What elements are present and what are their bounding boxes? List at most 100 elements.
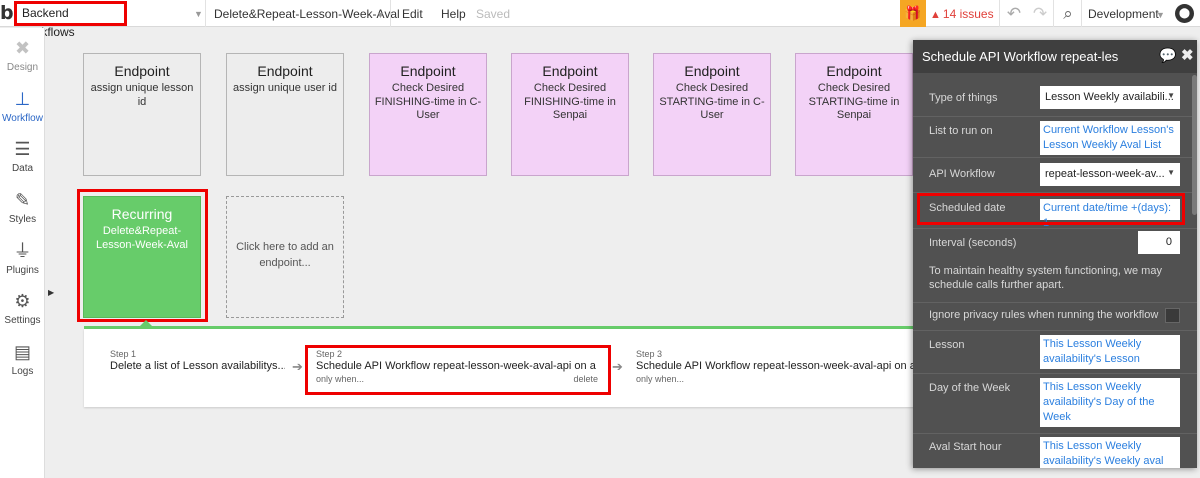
privacy-label: Ignore privacy rules when running the wo… <box>929 309 1159 321</box>
endpoint-card[interactable]: Endpoint Check Desired STARTING-time in … <box>653 53 771 176</box>
add-endpoint-placeholder[interactable]: Click here to add an endpoint... <box>226 196 344 318</box>
ignore-privacy-checkbox[interactable] <box>1165 308 1180 323</box>
comment-icon[interactable]: 💬 <box>1159 47 1176 64</box>
api-workflow-dropdown[interactable]: repeat-lesson-week-av... ▼ <box>1040 163 1180 186</box>
step-number: Step 1 <box>110 349 137 359</box>
sidebar-item-label: Design <box>6 62 39 73</box>
gift-icon[interactable]: 🎁 <box>900 0 926 27</box>
sidebar-item-label: Workflow <box>2 113 43 124</box>
endpoint-card[interactable]: Endpoint Check Desired STARTING-time in … <box>795 53 913 176</box>
divider <box>913 228 1197 229</box>
endpoint-card[interactable]: Endpoint Check Desired FINISHING-time in… <box>369 53 487 176</box>
interval-input[interactable]: 0 <box>1138 231 1180 254</box>
divider <box>205 0 206 27</box>
sidebar-item-settings[interactable]: ⚙ Settings <box>0 281 45 331</box>
divider <box>913 116 1197 117</box>
endpoint-description: Check Desired FINISHING-time in Senpai <box>524 82 616 121</box>
design-icon: ✖ <box>14 38 31 58</box>
endpoint-title: Endpoint <box>684 63 740 79</box>
sidebar-item-label: Logs <box>11 366 34 377</box>
endpoint-description: Check Desired STARTING-time in C-User <box>659 82 765 121</box>
environment-selector[interactable]: Development <box>1088 7 1159 21</box>
day-of-week-expression[interactable]: This Lesson Weekly availability's Day of… <box>1040 378 1180 427</box>
chevron-down-icon[interactable]: ▼ <box>376 10 385 20</box>
avatar[interactable]: ⬤ <box>1175 4 1194 23</box>
sidebar-item-logs[interactable]: ▤ Logs <box>0 332 45 382</box>
step-3[interactable]: Step 3 Schedule API Workflow repeat-less… <box>636 349 914 385</box>
divider <box>913 330 1197 331</box>
sidebar-item-design[interactable]: ✖ Design <box>0 28 45 78</box>
api-workflow-label: API Workflow <box>929 168 995 180</box>
divider <box>913 373 1197 374</box>
divider <box>1081 0 1082 27</box>
endpoint-description: Check Desired STARTING-time in Senpai <box>808 82 900 121</box>
workflow-selector[interactable]: Delete&Repeat-Lesson-Week-Aval <box>214 7 400 21</box>
sidebar-item-label: Settings <box>4 315 41 326</box>
close-icon[interactable]: ✖ <box>1181 46 1194 64</box>
list-label: List to run on <box>929 125 993 137</box>
endpoint-title: Endpoint <box>826 63 882 79</box>
divider <box>913 157 1197 158</box>
step-arrow-icon: ➔ <box>292 359 303 374</box>
chevron-down-icon: ▼ <box>1167 91 1175 100</box>
divider <box>1053 0 1054 27</box>
expand-arrow-icon[interactable]: ▶ <box>48 288 54 297</box>
step-arrow-icon: ➔ <box>612 359 623 374</box>
brush-icon: ✎ <box>14 190 31 210</box>
list-to-run-on-expression[interactable]: Current Workflow Lesson's Lesson Weekly … <box>1040 121 1180 155</box>
endpoint-title: Endpoint <box>400 63 456 79</box>
recurring-title: Recurring <box>111 206 173 222</box>
bubble-logo[interactable]: b <box>0 0 14 27</box>
dropdown-value: repeat-lesson-week-av... <box>1045 168 1165 180</box>
top-bar: b Backend workflows ▼ Delete&Repeat-Less… <box>0 0 1200 39</box>
divider <box>913 302 1197 303</box>
endpoint-title: Endpoint <box>114 63 170 79</box>
sidebar-item-styles[interactable]: ✎ Styles <box>0 180 45 230</box>
step-summary: Delete a list of Lesson availabilitys... <box>110 360 285 372</box>
sidebar-item-workflow[interactable]: ⊥ Workflow <box>0 79 45 129</box>
page-selector[interactable]: Backend workflows <box>14 1 127 39</box>
gear-icon: ⚙ <box>14 291 31 311</box>
lesson-expression[interactable]: This Lesson Weekly availability's Lesson <box>1040 335 1180 369</box>
sidebar-item-data[interactable]: ☰ Data <box>0 129 45 179</box>
type-of-things-dropdown[interactable]: Lesson Weekly availabili... ▼ <box>1040 86 1180 109</box>
info-note: To maintain healthy system functioning, … <box>929 265 1162 291</box>
dropdown-value: Lesson Weekly availabili... <box>1045 91 1174 103</box>
endpoint-description: assign unique lesson id <box>90 82 194 108</box>
recurring-event-card[interactable]: Recurring Delete&Repeat-Lesson-Week-Aval <box>83 196 201 318</box>
aval-start-expression[interactable]: This Lesson Weekly availability's Weekly… <box>1040 437 1180 468</box>
undo-icon[interactable]: ↶ <box>1003 3 1025 25</box>
sidebar-item-label: Styles <box>8 214 37 225</box>
recurring-description: Delete&Repeat-Lesson-Week-Aval <box>96 225 188 251</box>
search-icon[interactable]: ⌕ <box>1057 3 1079 25</box>
sidebar: ✖ Design ⊥ Workflow ☰ Data ✎ Styles ⏚ Pl… <box>0 28 45 478</box>
plugin-icon: ⏚ <box>13 241 32 261</box>
edit-menu[interactable]: Edit <box>402 7 423 21</box>
avatar-glyph: ⬤ <box>1178 8 1191 19</box>
sidebar-item-label: Plugins <box>6 265 39 276</box>
sidebar-item-label: Data <box>11 163 34 174</box>
chevron-down-icon[interactable]: ▼ <box>1156 10 1165 20</box>
endpoint-description: Check Desired FINISHING-time in C-User <box>374 82 482 121</box>
panel-scrollbar[interactable] <box>1192 75 1197 215</box>
divider <box>913 433 1197 434</box>
issues-indicator[interactable]: ▲ 14 issues <box>930 7 994 21</box>
panel-title: Schedule API Workflow repeat-les <box>922 49 1119 64</box>
step-condition[interactable]: only when... <box>636 373 914 385</box>
sidebar-item-plugins[interactable]: ⏚ Plugins <box>0 231 45 281</box>
action-property-panel: Schedule API Workflow repeat-les 💬 ✖ Typ… <box>913 40 1197 468</box>
endpoint-card[interactable]: Endpoint assign unique lesson id <box>83 53 201 176</box>
day-of-week-label: Day of the Week <box>929 382 1011 394</box>
panel-header: Schedule API Workflow repeat-les 💬 ✖ <box>913 40 1197 73</box>
endpoint-title: Endpoint <box>257 63 313 79</box>
save-status: Saved <box>476 7 511 21</box>
endpoint-card[interactable]: Endpoint Check Desired FINISHING-time in… <box>511 53 629 176</box>
redo-icon[interactable]: ↷ <box>1029 3 1051 25</box>
chevron-down-icon[interactable]: ▼ <box>194 9 203 19</box>
step-1[interactable]: Step 1 Delete a list of Lesson availabil… <box>110 349 285 373</box>
endpoint-card[interactable]: Endpoint assign unique user id <box>226 53 344 176</box>
help-menu[interactable]: Help <box>441 7 466 21</box>
document-icon: ▤ <box>13 342 31 362</box>
issues-count: 14 issues <box>942 7 994 21</box>
step-number: Step 3 <box>636 349 663 359</box>
